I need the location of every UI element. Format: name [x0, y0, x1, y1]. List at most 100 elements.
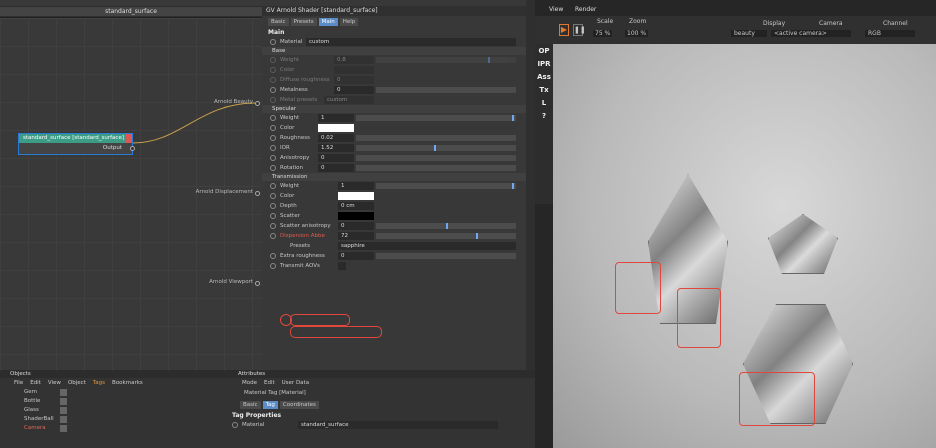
material-label: Material	[280, 39, 303, 45]
menu-render[interactable]: Render	[575, 6, 596, 13]
trans-weight-field[interactable]: 1	[338, 182, 374, 190]
camera-label: Camera	[819, 20, 843, 27]
menu-edit[interactable]: Edit	[30, 380, 41, 386]
material-row: Material custom	[262, 37, 526, 47]
input-port-beauty[interactable]	[255, 101, 260, 106]
anisotropy-field[interactable]: 0	[318, 154, 354, 162]
section-specular[interactable]: Specular	[262, 105, 526, 113]
panel-title: GV Arnold Shader [standard_surface]	[262, 6, 526, 16]
menu-user-data[interactable]: User Data	[282, 380, 309, 386]
node-editor[interactable]: standard_surface standard_surface [stand…	[0, 0, 262, 370]
transmit-aov-checkbox[interactable]	[338, 262, 346, 270]
tab-coordinates[interactable]: Coordinates	[279, 401, 319, 409]
section-base[interactable]: Base	[262, 47, 526, 55]
object-name: ShaderBall	[24, 416, 54, 422]
shader-node-output: Output	[102, 145, 122, 151]
menu-mode[interactable]: Mode	[242, 380, 257, 386]
metalness-field[interactable]: 0	[334, 86, 374, 94]
channel-select[interactable]: RGB	[865, 30, 915, 37]
rotation-field[interactable]: 0	[318, 164, 354, 172]
depth-field[interactable]: 0 cm	[338, 202, 374, 210]
list-item[interactable]: Bottle	[0, 397, 228, 406]
input-port-viewport[interactable]	[255, 281, 260, 286]
dispersion-field[interactable]: 72	[338, 232, 374, 240]
anisotropy-label: Anisotropy	[280, 155, 310, 161]
menu-view-objects[interactable]: View	[48, 380, 61, 386]
tag-material-field[interactable]: standard_surface	[298, 421, 498, 429]
menu-object[interactable]: Object	[68, 380, 86, 386]
highlight-gem-1	[615, 262, 661, 314]
base-weight-label: Weight	[280, 57, 300, 63]
objects-menu: File Edit View Object Tags Bookmarks	[0, 378, 228, 388]
channel-label: Channel	[883, 20, 908, 27]
extra-roughness-row: Extra roughness 0	[262, 251, 526, 261]
objects-panel: Objects File Edit View Object Tags Bookmarks …	[0, 370, 228, 448]
tab-presets[interactable]: Presets	[290, 18, 317, 26]
material-select[interactable]: custom	[306, 38, 516, 46]
shader-node-title: standard_surface [standard_surface]	[23, 135, 124, 141]
menu-bookmarks[interactable]: Bookmarks	[112, 380, 143, 386]
sidebar-btn-tx[interactable]: Tx	[537, 85, 551, 96]
ior-field[interactable]: 1.52	[318, 144, 354, 152]
transmit-aov-row: Transmit AOVs	[262, 261, 526, 271]
list-item[interactable]: Glass	[0, 406, 228, 415]
diffuse-row: Diffuse roughness 0	[262, 75, 526, 85]
display-select[interactable]: beauty	[731, 30, 767, 37]
sidebar-btn-l[interactable]: L	[537, 98, 551, 109]
sidebar-btn-help[interactable]: ?	[537, 111, 551, 122]
metal-presets-select[interactable]: custom	[324, 96, 374, 104]
ior-label: IOR	[280, 145, 290, 151]
metalness-row: Metalness 0	[262, 85, 526, 95]
section-transmission[interactable]: Transmission	[262, 173, 526, 181]
base-color-label: Color	[280, 67, 295, 73]
highlight-gem-3	[739, 372, 815, 426]
tag-properties-label: Tag Properties	[232, 412, 282, 419]
scatter-aniso-field[interactable]: 0	[338, 222, 374, 230]
trans-color-swatch[interactable]	[338, 192, 374, 200]
menu-view[interactable]: View	[549, 6, 563, 13]
diffuse-field[interactable]: 0	[334, 76, 374, 84]
base-weight-row: Weight 0.8	[262, 55, 526, 65]
scale-field[interactable]: 75 %	[593, 30, 613, 37]
menu-tags[interactable]: Tags	[93, 380, 105, 386]
list-item[interactable]: Camera	[0, 424, 228, 433]
sidebar-btn-op[interactable]: OP	[537, 46, 551, 57]
list-item[interactable]: ShaderBall	[0, 415, 228, 424]
extra-roughness-field[interactable]: 0	[338, 252, 374, 260]
zoom-field[interactable]: 100 %	[625, 30, 649, 37]
diffuse-label: Diffuse roughness	[280, 77, 330, 83]
tab-basic-tag[interactable]: Basic	[240, 401, 261, 409]
shader-attributes-panel: GV Arnold Shader [standard_surface] Basi…	[262, 0, 526, 370]
camera-select[interactable]: <active camera>	[771, 30, 851, 37]
shader-node[interactable]: standard_surface [standard_surface] Outp…	[18, 133, 133, 155]
port-arnold-displacement: Arnold Displacement	[195, 189, 253, 195]
base-weight-field[interactable]: 0.8	[334, 56, 374, 64]
roughness-label: Roughness	[280, 135, 311, 141]
spec-color-swatch[interactable]	[318, 124, 354, 132]
output-port[interactable]	[130, 146, 135, 151]
object-name: Bottle	[24, 398, 41, 404]
menu-edit-attr[interactable]: Edit	[264, 380, 275, 386]
sidebar-btn-ass[interactable]: Ass	[537, 72, 551, 83]
tab-main[interactable]: Main	[318, 18, 338, 26]
presets-select[interactable]: sapphire	[338, 242, 516, 250]
extra-roughness-label: Extra roughness	[280, 253, 325, 259]
list-item[interactable]: Gem	[0, 388, 228, 397]
play-icon[interactable]: ▶	[559, 24, 569, 36]
menu-file[interactable]: File	[14, 380, 23, 386]
scatter-swatch[interactable]	[338, 212, 374, 220]
display-label: Display	[763, 20, 786, 27]
pause-icon[interactable]: ❚❚	[573, 24, 586, 36]
tab-basic[interactable]: Basic	[268, 18, 289, 26]
tab-tag[interactable]: Tag	[262, 401, 278, 409]
tag-title: Material Tag [Material]	[244, 390, 306, 396]
attributes-scrollbar[interactable]	[526, 0, 535, 370]
render-image[interactable]	[553, 44, 936, 448]
ior-row: IOR 1.52	[262, 143, 526, 153]
tab-help[interactable]: Help	[339, 18, 359, 26]
input-port-displacement[interactable]	[255, 191, 260, 196]
trans-weight-label: Weight	[280, 183, 300, 189]
spec-weight-field[interactable]: 1	[318, 114, 354, 122]
roughness-field[interactable]: 0.02	[318, 134, 354, 142]
sidebar-btn-ipr[interactable]: IPR	[537, 59, 551, 70]
